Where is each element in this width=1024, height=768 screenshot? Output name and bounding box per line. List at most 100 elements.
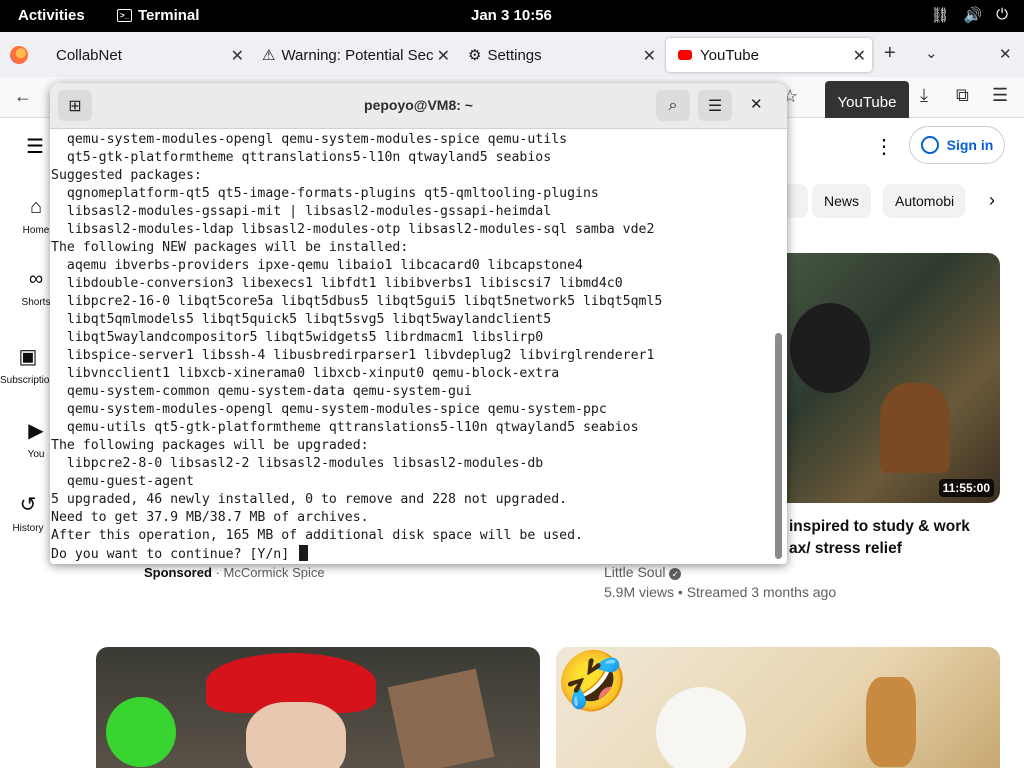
video-title-line: inspired to study & work [789,518,970,535]
youtube-icon [678,50,692,60]
chevron-right-icon[interactable]: › [989,190,995,211]
close-icon[interactable]: ✕ [853,46,866,66]
terminal-line: libsasl2-modules-ldap libsasl2-modules-o… [51,222,655,237]
close-icon[interactable]: ✕ [750,95,763,113]
thumbnail-figure [790,303,870,393]
thumbnail-frog [106,697,176,767]
app-name: Terminal [138,7,200,24]
terminal-header-bar[interactable]: ⊞ pepoyo@VM8: ~ ⌕ ☰ ✕ [50,83,787,129]
close-icon[interactable]: ✕ [643,46,656,66]
sidebar-label: Subscriptions [0,375,56,386]
filter-chip-automobiles[interactable]: Automobi [883,184,965,218]
close-icon[interactable]: ✕ [231,46,244,66]
video-thumbnail[interactable]: 🤣 [556,647,1000,768]
terminal-window[interactable]: ⊞ pepoyo@VM8: ~ ⌕ ☰ ✕ qemu-system-module… [50,83,787,564]
subscriptions-icon: ▣ [18,346,38,368]
tab-title: Warning: Potential Sec [281,46,434,64]
terminal-line: After this operation, 165 MB of addition… [51,528,583,543]
activities-button[interactable]: Activities [18,7,85,24]
terminal-line: libvncclient1 libxcb-xinerama0 libxcb-xi… [51,366,560,381]
back-icon[interactable]: ← [14,86,32,107]
chevron-down-icon[interactable]: ⌄ [925,44,938,62]
video-title[interactable]: inspired to study & work ax/ stress reli… [789,516,970,560]
terminal-line: qgnomeplatform-qt5 qt5-image-formats-plu… [51,186,599,201]
tab-settings[interactable]: ⚙ Settings ✕ [456,38,662,72]
power-icon: ⏻ [996,6,1008,23]
terminal-scrollbar[interactable] [775,333,782,559]
terminal-line: libqt5waylandcompositor5 libqt5widgets5 … [51,330,544,345]
more-options-icon[interactable]: ⋮ [874,134,894,159]
sidebar-item-history[interactable]: ↺ History [0,492,56,534]
sidebar-label: History [12,523,44,534]
thumbnail-face [246,702,346,768]
gnome-top-bar: Activities >_ Terminal Jan 3 10:56 ⛓ 🔊 ⏻ [0,0,1024,32]
tab-collabnet[interactable]: CollabNet ✕ [44,38,250,72]
tab-warning[interactable]: ⚠ Warning: Potential Sec ✕ [250,38,456,72]
volume-icon: 🔊 [963,7,983,24]
download-icon[interactable]: ⤓ [920,85,928,106]
hamburger-menu-icon[interactable]: ☰ [992,85,1008,106]
firefox-icon [10,46,28,64]
sidebar-item-subscriptions[interactable]: ▣ Subscriptions [0,344,56,386]
sign-in-label: Sign in [946,137,994,153]
terminal-line: libsasl2-modules-gssapi-mit | libsasl2-m… [51,204,552,219]
extensions-icon[interactable]: ⧉ [956,85,969,106]
new-tab-button[interactable]: + [884,42,896,65]
warning-icon: ⚠ [262,47,276,64]
terminal-line: libpcre2-16-0 libqt5core5a libqt5dbus5 l… [51,294,663,309]
video-meta: 5.9M views • Streamed 3 months ago [604,584,837,600]
video-thumbnail[interactable] [96,647,540,768]
terminal-line: aqemu ibverbs-providers ipxe-qemu libaio… [51,258,583,273]
guide-menu-icon[interactable]: ☰ [26,134,44,159]
gear-icon: ⚙ [468,47,482,64]
advertiser-name[interactable]: McCormick Spice [223,565,324,580]
terminal-line: Do you want to continue? [Y/n] [51,545,771,563]
terminal-line: qemu-system-modules-opengl qemu-system-m… [51,132,568,147]
terminal-line: 5 upgraded, 46 newly installed, 0 to rem… [51,492,568,507]
terminal-icon: >_ [117,9,132,22]
clock[interactable]: Jan 3 10:56 [471,7,552,24]
system-tray[interactable]: ⛓ 🔊 ⏻ [930,6,1008,24]
sign-in-button[interactable]: Sign in [909,126,1005,164]
terminal-line: qemu-guest-agent [51,474,194,489]
sponsored-label: Sponsored [144,565,212,580]
sidebar-label: Home [22,225,50,236]
thumbnail-palette [387,668,495,768]
filter-chip-news[interactable]: News [812,184,872,218]
channel-name[interactable]: Little Soul ✓ [604,564,682,580]
history-icon: ↺ [19,494,37,516]
tab-title: YouTube [700,46,759,64]
search-icon[interactable]: ⌕ [656,90,690,121]
app-menu[interactable]: >_ Terminal [117,7,199,24]
video-title-line: ax/ stress relief [789,540,902,557]
close-window-button[interactable]: ✕ [999,45,1012,63]
network-icon: ⛓ [930,7,950,24]
terminal-line: libdouble-conversion3 libexecs1 libfdt1 … [51,276,623,291]
verified-icon: ✓ [669,568,682,580]
tab-youtube[interactable]: YouTube ✕ [666,38,872,72]
hamburger-menu-icon[interactable]: ☰ [698,90,732,121]
close-icon[interactable]: ✕ [437,46,450,66]
terminal-line: Need to get 37.9 MB/38.7 MB of archives. [51,510,369,525]
tab-tooltip: YouTube [825,81,909,123]
ad-info: Sponsored · McCormick Spice [144,565,325,580]
terminal-line: libspice-server1 libssh-4 libusbredirpar… [51,348,655,363]
account-icon [920,136,939,154]
video-duration: 11:55:00 [938,479,994,497]
terminal-line: qt5-gtk-platformtheme qttranslations5-l1… [51,150,552,165]
terminal-line: libqt5qmlmodels5 libqt5quick5 libqt5svg5… [51,312,552,327]
terminal-line: libpcre2-8-0 libsasl2-2 libsasl2-modules… [51,456,544,471]
terminal-line: qemu-system-modules-opengl qemu-system-m… [51,402,607,417]
tab-title: Settings [487,46,542,64]
video-thumbnail[interactable]: 11:55:00 [760,253,1000,503]
terminal-line: The following NEW packages will be insta… [51,240,409,255]
terminal-output[interactable]: qemu-system-modules-opengl qemu-system-m… [50,129,772,564]
laughing-emoji-icon: 🤣 [556,649,629,714]
terminal-line: The following packages will be upgraded: [51,438,369,453]
terminal-line: qemu-utils qt5-gtk-platformtheme qttrans… [51,420,639,435]
sidebar-label: You [27,449,45,460]
thumbnail-cat [656,687,746,768]
text-cursor [299,545,309,561]
channel-label: Little Soul [604,564,666,580]
thumbnail-cat [880,383,950,473]
